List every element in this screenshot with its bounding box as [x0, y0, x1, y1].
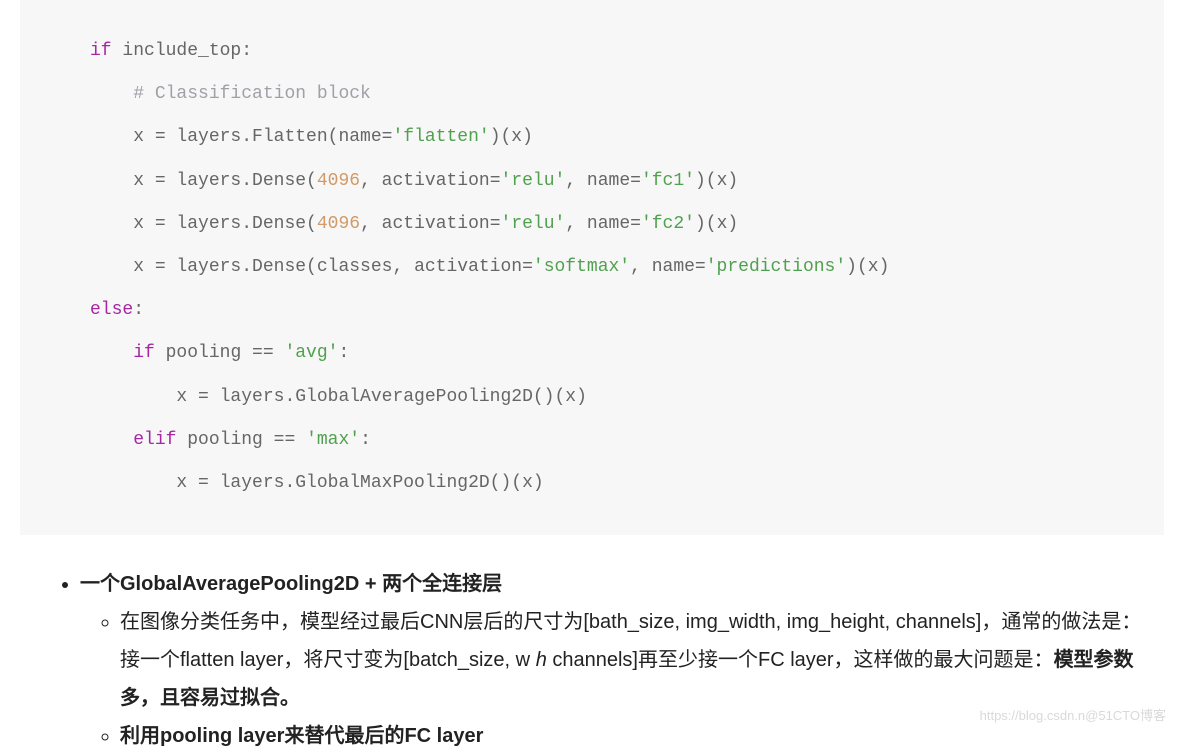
code-line: x = layers.GlobalAveragePooling2D()(x): [90, 376, 1164, 419]
code-line: x = layers.Flatten(name='flatten')(x): [90, 116, 1164, 159]
list-item: 一个GlobalAveragePooling2D + 两个全连接层 在图像分类任…: [80, 565, 1144, 755]
code-line: x = layers.Dense(4096, activation='relu'…: [90, 203, 1164, 246]
code-line: x = layers.GlobalMaxPooling2D()(x): [90, 462, 1164, 505]
bullet-bold: 利用pooling layer来替代最后的FC layer: [120, 725, 483, 747]
bullet-title: 一个GlobalAveragePooling2D + 两个全连接层: [80, 573, 502, 595]
paragraph-text: channels]再至少接一个FC layer，这样做的最大问题是：: [547, 649, 1054, 671]
list-item: 在图像分类任务中，模型经过最后CNN层后的尺寸为[bath_size, img_…: [120, 603, 1144, 717]
code-block: if include_top: # Classification block x…: [20, 0, 1164, 535]
emphasis: h: [536, 649, 547, 671]
code-line: x = layers.Dense(classes, activation='so…: [90, 246, 1164, 289]
code-line: if include_top:: [90, 30, 1164, 73]
code-line: else:: [90, 289, 1164, 332]
code-line: x = layers.Dense(4096, activation='relu'…: [90, 160, 1164, 203]
watermark: https://blog.csdn.n@51CTO博客: [980, 705, 1166, 724]
code-line: elif pooling == 'max':: [90, 419, 1164, 462]
article-section: 一个GlobalAveragePooling2D + 两个全连接层 在图像分类任…: [40, 565, 1144, 755]
code-line: if pooling == 'avg':: [90, 332, 1164, 375]
code-line: # Classification block: [90, 73, 1164, 116]
